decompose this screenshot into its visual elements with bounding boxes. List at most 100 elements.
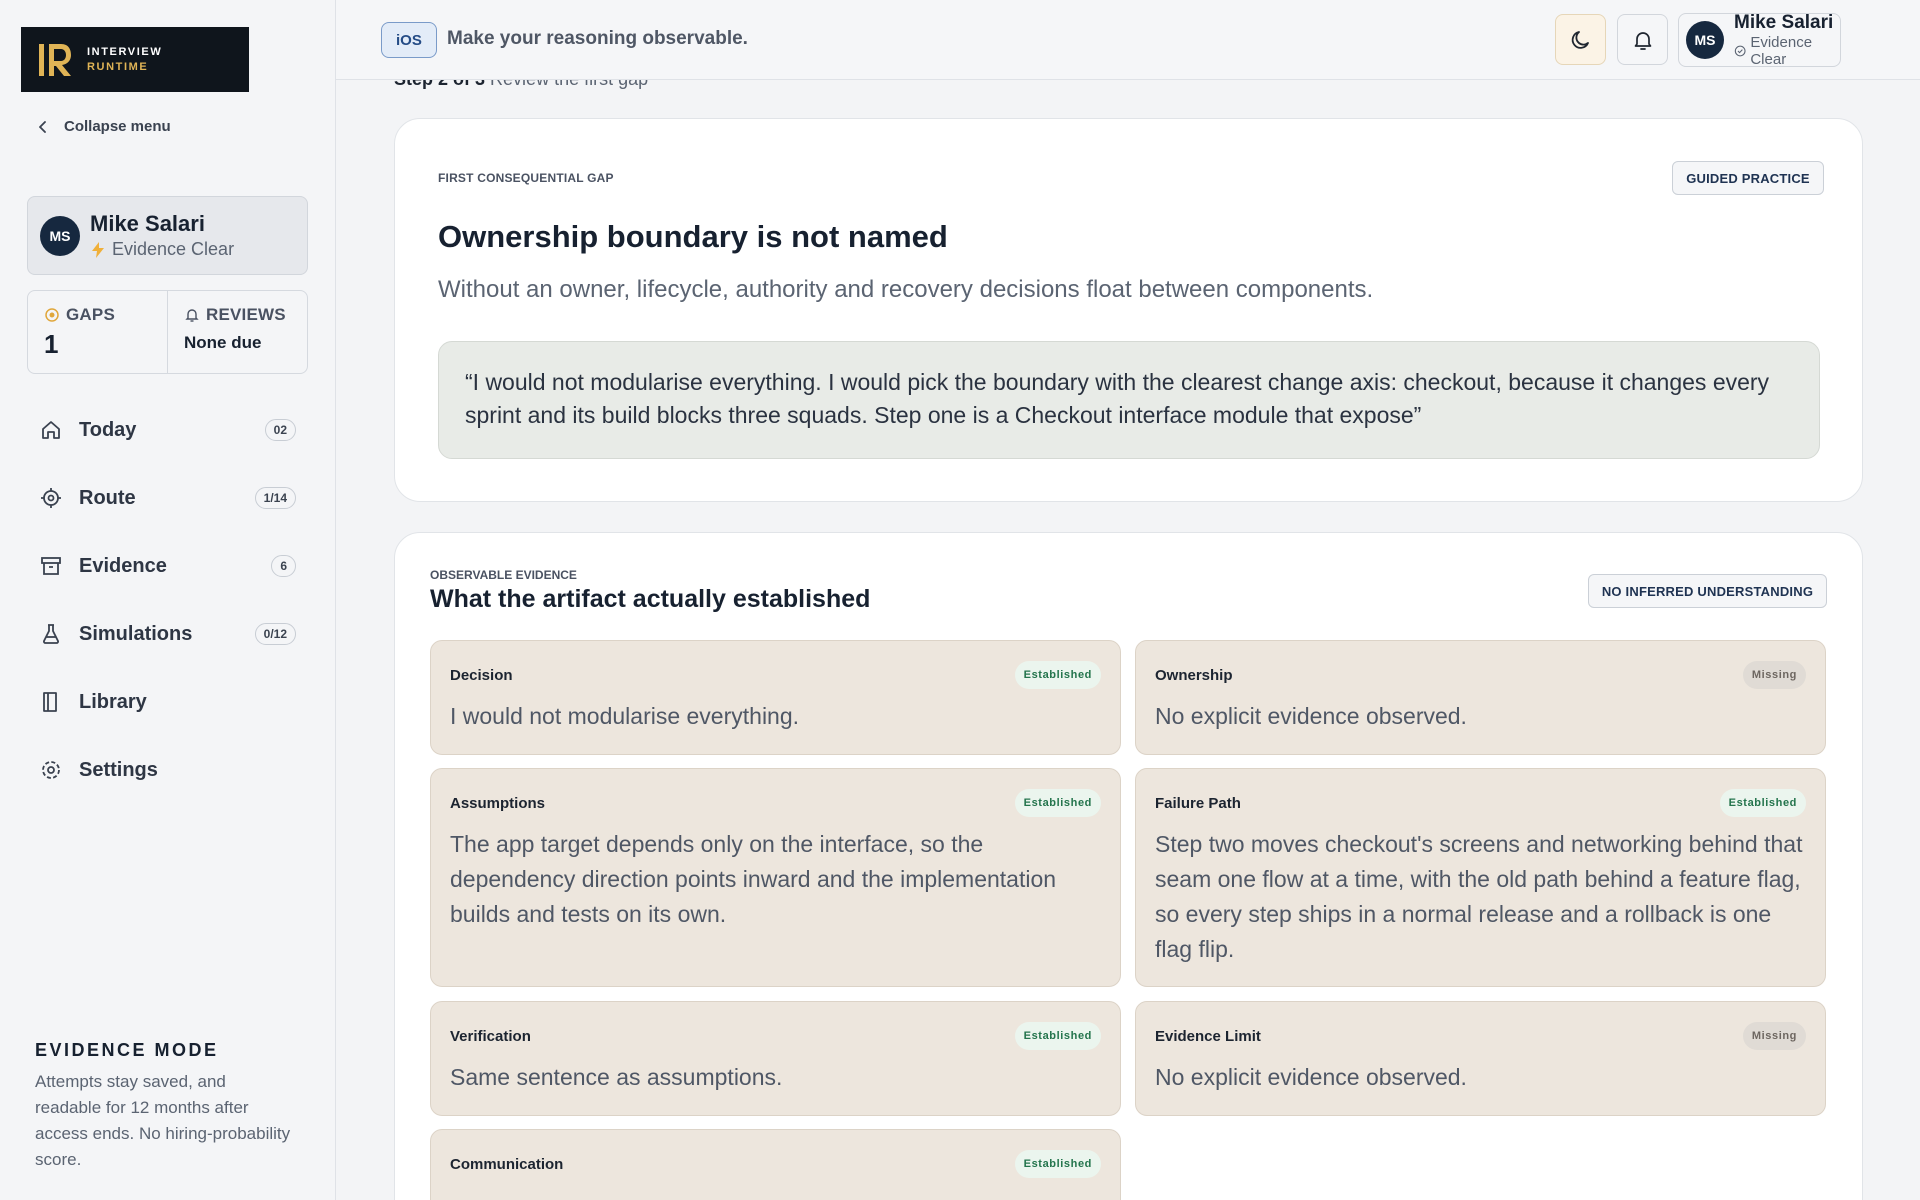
answer-quote: “I would not modularise everything. I wo…: [438, 341, 1820, 459]
sidebar-item-settings[interactable]: Settings: [27, 736, 308, 804]
gap-card: FIRST CONSEQUENTIAL GAP GUIDED PRACTICE …: [394, 118, 1863, 502]
user-name: Mike Salari: [1734, 12, 1834, 33]
tagline: Make your reasoning observable.: [447, 28, 748, 49]
sidebar-item-label: Simulations: [79, 622, 193, 645]
sidebar-item-label: Settings: [79, 758, 158, 781]
status-badge: Established: [1719, 789, 1806, 817]
lightning-icon: [92, 241, 104, 258]
theme-toggle-button[interactable]: [1555, 14, 1606, 65]
brand-line-1: INTERVIEW: [87, 45, 163, 58]
evidence-item-text: The app target depends only on the inter…: [450, 831, 1057, 927]
status-badge: Missing: [1742, 661, 1806, 689]
bell-small-icon: [185, 309, 199, 322]
gap-eyebrow: FIRST CONSEQUENTIAL GAP: [438, 171, 614, 185]
bell-icon: [1634, 31, 1651, 50]
profile-status-text: Evidence Clear: [112, 239, 235, 259]
home-icon: [38, 417, 64, 443]
brand-name: INTERVIEW RUNTIME: [87, 45, 162, 75]
evidence-item-text: No explicit evidence observed.: [1155, 1064, 1467, 1090]
status-badge: Established: [1014, 1150, 1101, 1178]
sidebar-item-label: Library: [79, 690, 147, 713]
evidence-item-text: No explicit evidence observed.: [1155, 703, 1467, 729]
status-badge: Established: [1014, 661, 1101, 689]
evidence-mode-text: Attempts stay saved, and readable for 12…: [35, 1072, 291, 1169]
evidence-item-decision[interactable]: Decision Established I would not modular…: [430, 640, 1121, 755]
evidence-item-verification[interactable]: Verification Established Same sentence a…: [430, 1001, 1121, 1116]
count-badge: 02: [264, 419, 296, 441]
collapse-menu-label: Collapse menu: [64, 118, 171, 135]
evidence-item-communication[interactable]: Communication Established: [430, 1129, 1121, 1200]
gap-subtitle: Without an owner, lifecycle, authority a…: [438, 276, 1374, 303]
brand-line-2: RUNTIME: [87, 60, 149, 73]
brand-logo[interactable]: INTERVIEW RUNTIME: [21, 27, 249, 92]
avatar: MS: [40, 215, 80, 256]
evidence-item-label: Failure Path: [1155, 795, 1241, 812]
stats-panel: GAPS 1 REVIEWS None due: [27, 290, 308, 374]
profile-name: Mike Salari: [90, 211, 205, 236]
gaps-stat[interactable]: GAPS 1: [28, 291, 167, 373]
avatar: MS: [1686, 21, 1724, 59]
status-badge: Missing: [1742, 1022, 1806, 1050]
book-icon: [38, 689, 64, 715]
evidence-item-failure-path[interactable]: Failure Path Established Step two moves …: [1135, 768, 1826, 987]
user-status-text: Evidence Clear: [1750, 34, 1813, 68]
evidence-eyebrow: OBSERVABLE EVIDENCE: [430, 568, 577, 582]
count-badge: 1/14: [254, 487, 296, 509]
main-content: Step 2 of 3 Review the first gap FIRST C…: [336, 0, 1920, 1200]
sidebar-nav: Today 02 Route 1/14 Evidence 6 Simulatio…: [27, 396, 308, 804]
target-small-icon: [45, 308, 59, 322]
count-badge: 6: [271, 555, 296, 577]
user-status: Evidence Clear: [1734, 34, 1840, 68]
evidence-item-label: Communication: [450, 1156, 564, 1173]
evidence-item-assumptions[interactable]: Assumptions Established The app target d…: [430, 768, 1121, 987]
evidence-mode-title: EVIDENCE MODE: [35, 1040, 219, 1060]
gear-icon: [38, 757, 64, 783]
evidence-title: What the artifact actually established: [430, 585, 871, 613]
evidence-item-label: Assumptions: [450, 795, 546, 812]
profile-status: Evidence Clear: [90, 239, 234, 260]
sidebar-item-library[interactable]: Library: [27, 668, 308, 736]
status-badge: Established: [1014, 789, 1101, 817]
archive-icon: [38, 553, 64, 579]
moon-icon: [1571, 30, 1589, 49]
reviews-label: REVIEWS: [206, 305, 286, 324]
reviews-value: None due: [184, 333, 262, 352]
evidence-item-text: Step two moves checkout's screens and ne…: [1155, 831, 1803, 962]
collapse-menu-button[interactable]: Collapse menu: [36, 118, 171, 135]
top-bar: iOS Make your reasoning observable. MS M…: [336, 0, 1920, 80]
sidebar-item-label: Evidence: [79, 554, 167, 577]
evidence-card: OBSERVABLE EVIDENCE What the artifact ac…: [394, 532, 1863, 1200]
user-menu-button[interactable]: MS Mike Salari Evidence Clear: [1678, 12, 1841, 68]
profile-card[interactable]: MS Mike Salari Evidence Clear: [27, 196, 308, 275]
guided-practice-badge[interactable]: GUIDED PRACTICE: [1672, 161, 1824, 195]
evidence-item-evidence-limit[interactable]: Evidence Limit Missing No explicit evide…: [1135, 1001, 1826, 1116]
sidebar-item-label: Route: [79, 486, 136, 509]
gaps-value: 1: [44, 329, 59, 359]
sidebar: INTERVIEW RUNTIME Collapse menu MS Mike …: [0, 0, 336, 1200]
check-circle-icon: [1734, 45, 1746, 57]
reviews-stat[interactable]: REVIEWS None due: [167, 291, 307, 373]
flask-icon: [38, 621, 64, 647]
evidence-item-label: Ownership: [1155, 667, 1233, 684]
gaps-label: GAPS: [66, 305, 115, 324]
chevron-left-icon: [39, 120, 46, 133]
sidebar-item-simulations[interactable]: Simulations 0/12: [27, 600, 308, 668]
gap-title: Ownership boundary is not named: [438, 219, 948, 254]
evidence-item-ownership[interactable]: Ownership Missing No explicit evidence o…: [1135, 640, 1826, 755]
status-badge: Established: [1014, 1022, 1101, 1050]
target-icon: [38, 485, 64, 511]
evidence-item-text: Same sentence as assumptions.: [450, 1064, 783, 1090]
platform-badge[interactable]: iOS: [381, 22, 437, 58]
count-badge: 0/12: [254, 623, 296, 645]
notifications-button[interactable]: [1617, 14, 1668, 65]
logo-mark-icon: [37, 40, 75, 80]
sidebar-item-evidence[interactable]: Evidence 6: [27, 532, 308, 600]
no-inferred-understanding-badge[interactable]: NO INFERRED UNDERSTANDING: [1588, 574, 1827, 608]
evidence-item-label: Decision: [450, 667, 513, 684]
evidence-mode-note: EVIDENCE MODE Attempts stay saved, and r…: [35, 1040, 295, 1173]
sidebar-item-route[interactable]: Route 1/14: [27, 464, 308, 532]
evidence-item-label: Evidence Limit: [1155, 1028, 1261, 1045]
sidebar-item-today[interactable]: Today 02: [27, 396, 308, 464]
evidence-item-text: I would not modularise everything.: [450, 703, 800, 729]
evidence-item-label: Verification: [450, 1028, 531, 1045]
